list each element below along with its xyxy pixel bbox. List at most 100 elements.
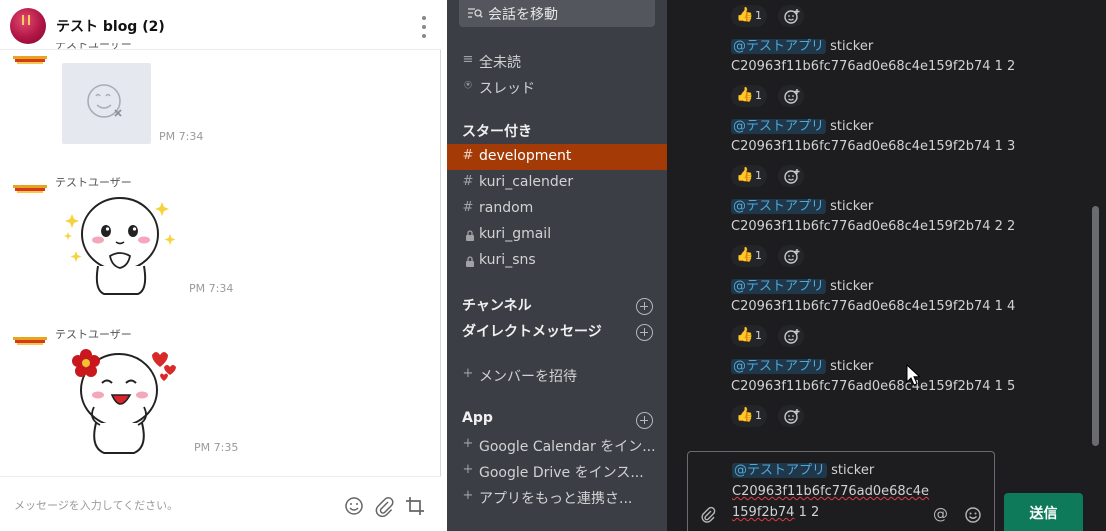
add-reaction-button[interactable] [778,5,804,27]
reaction-thumbs-up[interactable]: 👍 1 [731,325,767,347]
message-id: C20963f11b6fc776ad0e68c4e159f2b74 2 2 [731,219,1016,234]
sender-avatar[interactable] [13,56,47,65]
message-word: sticker [830,39,874,54]
composer-mention: @テストアプリ [732,463,828,478]
app-item-google-drive[interactable]: + Google Drive をインス... [447,458,667,484]
sidebar-item-all-unreads[interactable]: ≡ 全未読 [447,48,667,74]
jump-to-icon [468,8,483,18]
paperclip-icon[interactable] [373,495,395,517]
plus-icon: + [462,436,474,451]
message[interactable]: @テストアプリ sticker C20963f11b6fc776ad0e68c4… [731,357,1071,397]
crop-icon[interactable] [404,495,426,517]
thumbs-up-icon: 👍 [736,7,754,23]
reaction-thumbs-up[interactable]: 👍 1 [731,245,767,267]
sender-name-partial: テストユーザー [55,43,132,51]
app-item-google-calendar[interactable]: + Google Calendar をイン... [447,432,667,458]
jump-to-label: 会話を移動 [488,7,558,23]
message-word: sticker [830,119,874,134]
add-reaction-button[interactable] [778,245,804,267]
sender-avatar[interactable] [13,185,47,194]
add-channel-icon[interactable] [636,298,653,315]
cony-shy-sticker[interactable] [62,196,182,296]
sidebar-item-random[interactable]: # random [447,196,667,222]
thumbs-up-icon: 👍 [736,247,754,263]
sidebar-item-kuri-sns[interactable]: kuri_sns [447,248,667,274]
add-reaction-button[interactable] [778,165,804,187]
message-id: C20963f11b6fc776ad0e68c4e159f2b74 1 3 [731,139,1016,154]
emoji-icon[interactable] [343,495,365,517]
add-reaction-icon [784,409,800,424]
mention-tag[interactable]: @テストアプリ [731,359,827,374]
reaction-count: 1 [755,9,762,22]
plus-icon: + [462,462,474,477]
jump-to-conversation[interactable]: 会話を移動 [459,0,655,27]
mention-tag[interactable]: @テストアプリ [731,39,827,54]
message[interactable]: @テストアプリ sticker C20963f11b6fc776ad0e68c4… [731,37,1071,77]
add-app-icon[interactable] [636,412,653,429]
message[interactable]: @テストアプリ sticker C20963f11b6fc776ad0e68c4… [731,277,1071,317]
hash-icon: # [462,174,474,189]
missing-sticker[interactable] [62,63,151,144]
sender-avatar[interactable] [13,337,47,346]
list-icon: ≡ [462,52,474,67]
add-reaction-button[interactable] [778,405,804,427]
sidebar-item-threads[interactable]: ⍟ スレッド [447,74,667,100]
add-reaction-icon [784,329,800,344]
composer-line2: C20963f11b6fc776ad0e68c4e [732,484,930,499]
reaction-count: 1 [755,89,762,102]
message-word: sticker [830,199,874,214]
dm-section-title[interactable]: ダイレクトメッセージ [462,321,602,341]
add-reaction-icon [784,169,800,184]
composer-line3b: 1 2 [794,505,820,520]
thumbs-up-icon: 👍 [736,327,754,343]
kebab-menu-icon[interactable] [418,16,430,38]
message[interactable]: @テストアプリ sticker C20963f11b6fc776ad0e68c4… [731,117,1071,157]
app-item-more-apps[interactable]: + アプリをもっと連携さ... [447,484,667,510]
add-reaction-button[interactable] [778,85,804,107]
reaction-thumbs-up[interactable]: 👍 1 [731,85,767,107]
add-reaction-icon [784,9,800,24]
message-word: sticker [830,279,874,294]
scrollbar[interactable] [1092,206,1099,446]
mention-tag[interactable]: @テストアプリ [731,119,827,134]
hash-icon: # [462,148,474,163]
paperclip-icon[interactable] [700,506,716,524]
send-button[interactable]: 送信 [1004,493,1083,531]
chat-title: テスト blog (2) [56,19,165,35]
message-word: sticker [830,359,874,374]
line-chat-pane: テスト blog (2) テストユーザー PM 7:34 テストユーザー PM … [0,0,441,531]
message-composer[interactable]: @テストアプリ sticker C20963f11b6fc776ad0e68c4… [687,451,995,531]
cony-flower-sticker[interactable] [64,345,184,455]
message-time: PM 7:34 [159,130,204,143]
app-section-title[interactable]: App [462,410,493,426]
add-dm-icon[interactable] [636,324,653,341]
sender-name: テストユーザー [55,176,132,189]
message-id: C20963f11b6fc776ad0e68c4e159f2b74 1 2 [731,59,1016,74]
message-id: C20963f11b6fc776ad0e68c4e159f2b74 1 4 [731,299,1016,314]
mention-tag[interactable]: @テストアプリ [731,279,827,294]
starred-section-title[interactable]: スター付き [462,121,532,141]
sidebar-item-development[interactable]: # development [447,144,667,170]
channels-section-title[interactable]: チャンネル [462,295,532,315]
add-reaction-icon [784,249,800,264]
mention-tag[interactable]: @テストアプリ [731,199,827,214]
thumbs-up-icon: 👍 [736,167,754,183]
invite-members-item[interactable]: + メンバーを招待 [447,362,667,388]
thumbs-up-icon: 👍 [736,407,754,423]
message-input[interactable] [14,499,314,512]
emoji-icon[interactable] [964,506,982,524]
reaction-count: 1 [755,329,762,342]
message[interactable]: @テストアプリ sticker C20963f11b6fc776ad0e68c4… [731,197,1071,237]
add-reaction-button[interactable] [778,325,804,347]
mention-at-icon[interactable]: @ [933,505,948,523]
message-input-bar [0,476,441,531]
lock-icon [466,256,474,267]
thread-icon: ⍟ [464,78,472,93]
sidebar-item-kuri-calender[interactable]: # kuri_calender [447,170,667,196]
sidebar-item-kuri-gmail[interactable]: kuri_gmail [447,222,667,248]
reaction-thumbs-up[interactable]: 👍 1 [731,5,767,27]
group-avatar[interactable] [10,8,46,44]
message-time: PM 7:35 [194,441,239,454]
reaction-thumbs-up[interactable]: 👍 1 [731,165,767,187]
reaction-thumbs-up[interactable]: 👍 1 [731,405,767,427]
